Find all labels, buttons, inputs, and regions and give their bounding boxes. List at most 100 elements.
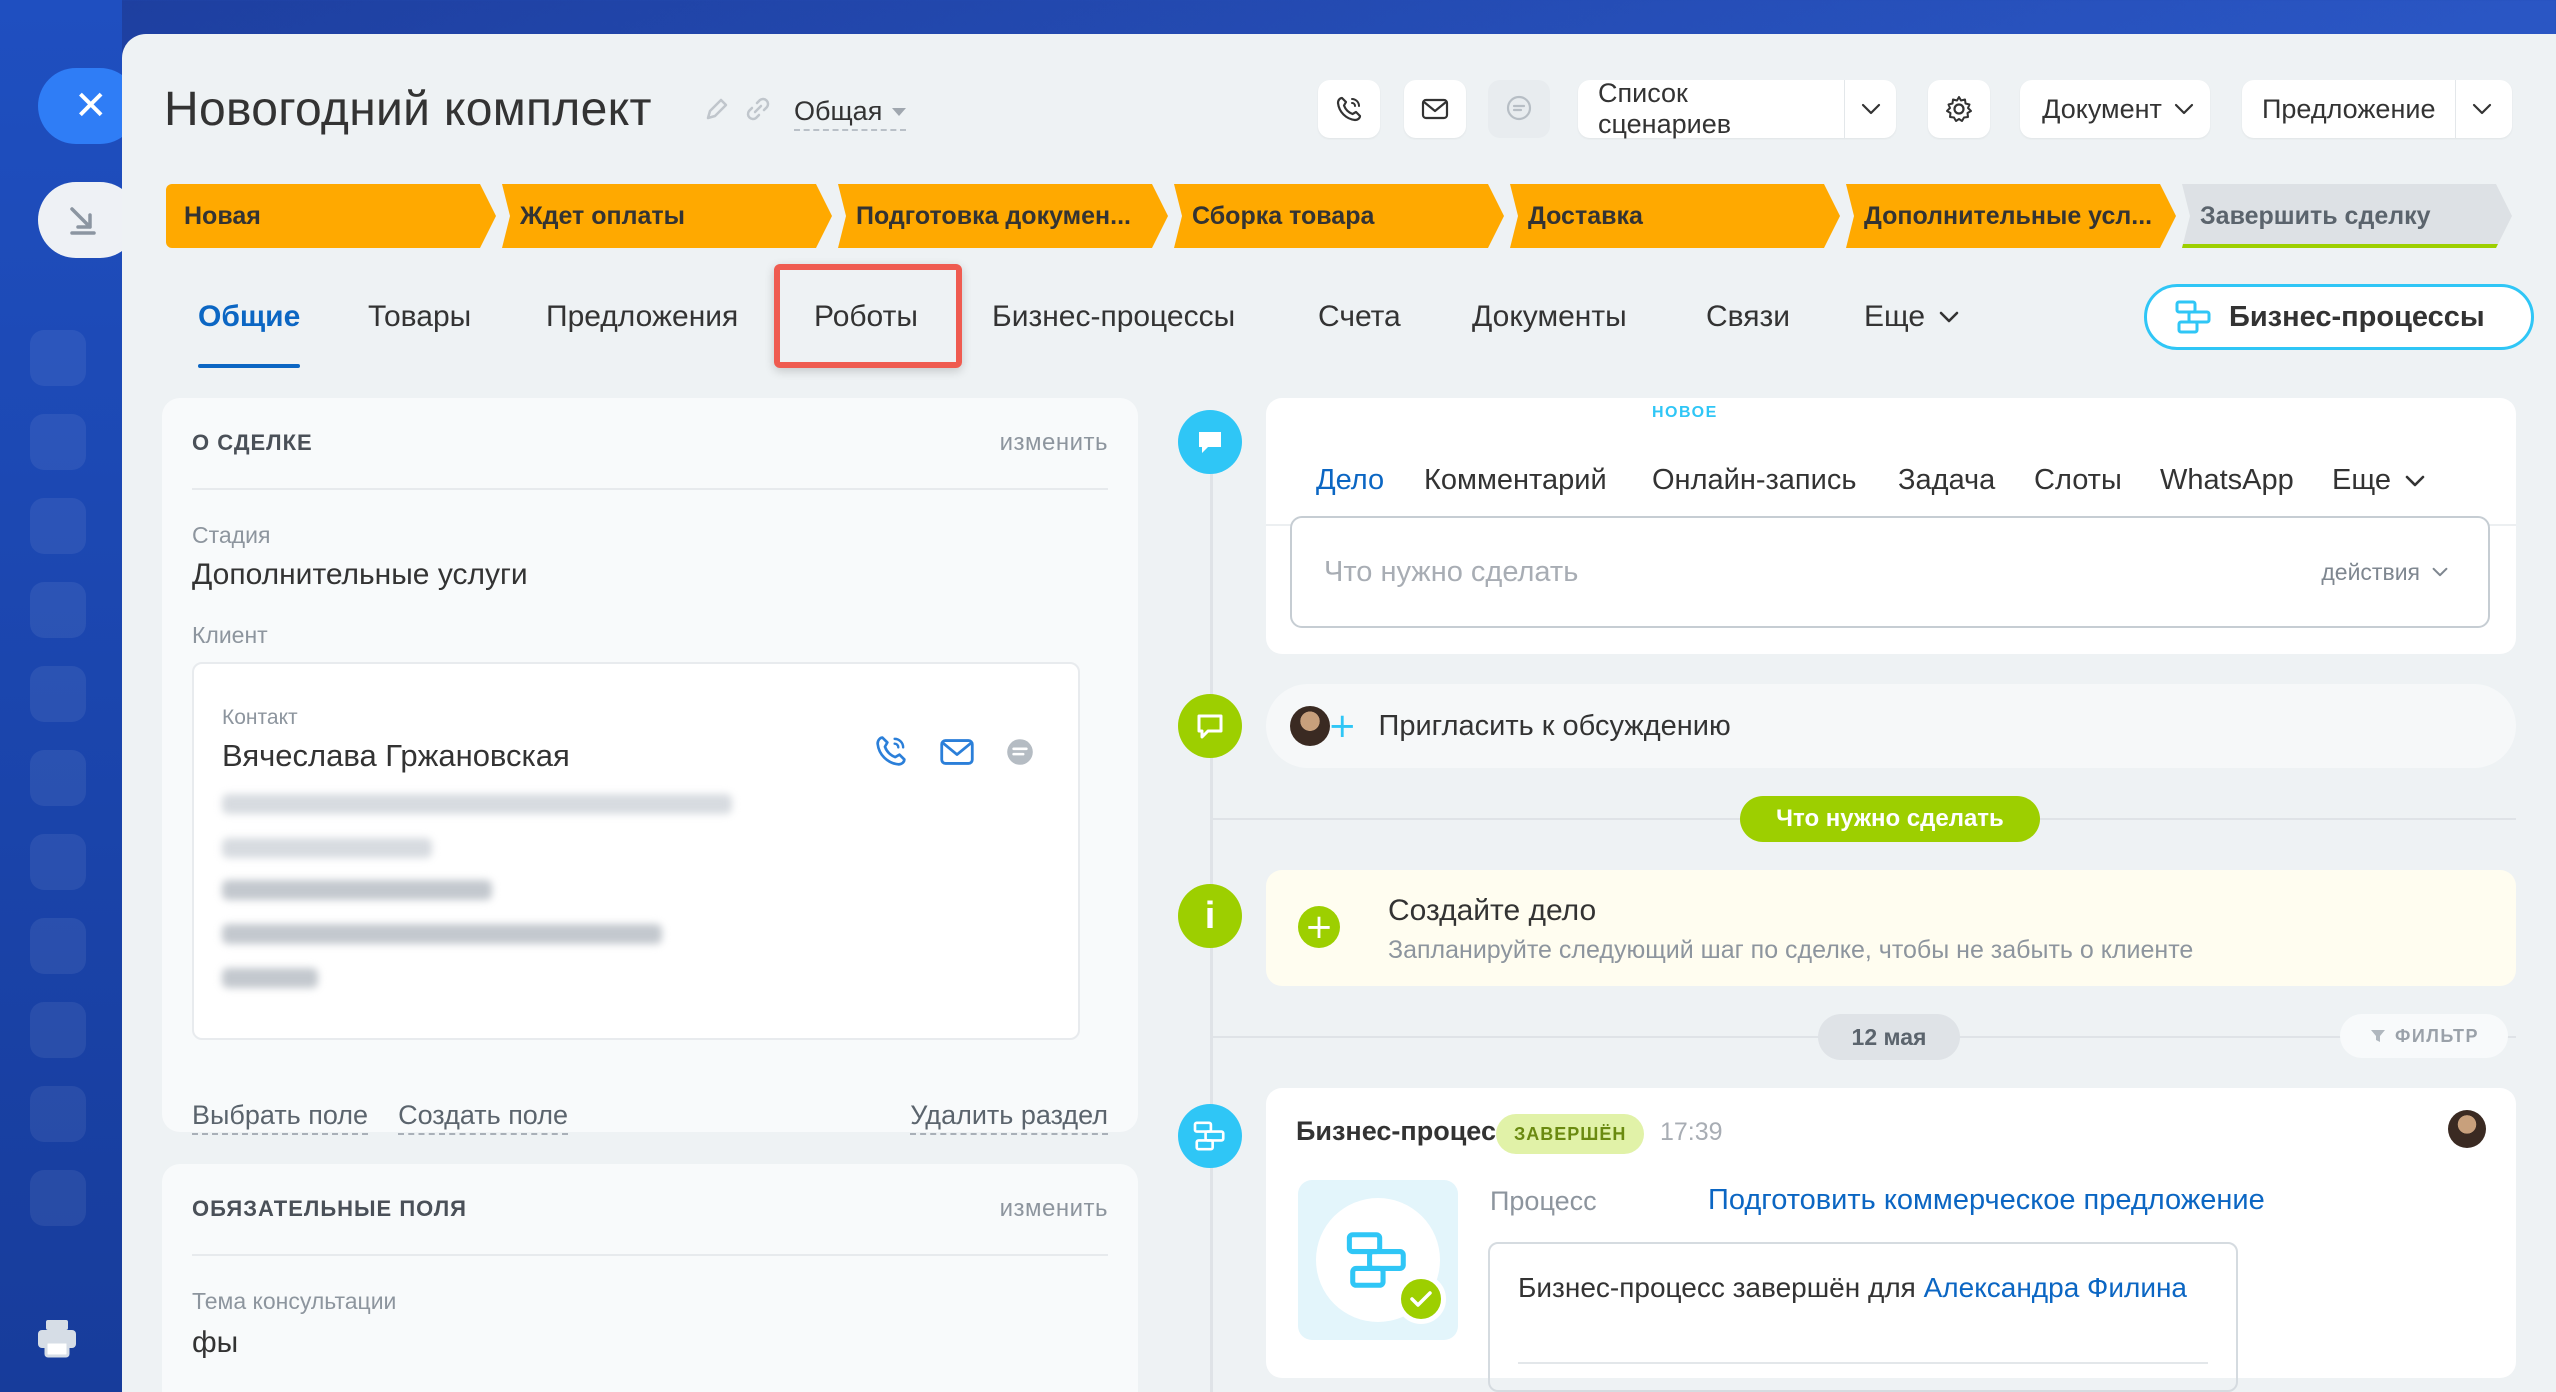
rail-ghost-icon: [30, 834, 86, 890]
stage-finish-deal[interactable]: Завершить сделку: [2182, 184, 2512, 248]
chat-icon: [1506, 95, 1532, 121]
scenarios-split-button[interactable]: Список сценариев: [1578, 78, 1896, 139]
editor-tab-task[interactable]: Задача: [1898, 464, 1995, 497]
process-result-box: Бизнес-процесс завершён для Александра Ф…: [1488, 1242, 2238, 1392]
offer-label: Предложение: [2262, 93, 2436, 124]
contact-email-icon[interactable]: [938, 738, 976, 766]
tab-more[interactable]: Еще: [1864, 300, 1959, 334]
category-selector[interactable]: Общая: [794, 96, 907, 131]
avatar: [1290, 706, 1330, 746]
client-field-label: Клиент: [192, 622, 268, 648]
date-separator: 12 мая: [1818, 1014, 1960, 1060]
stage-document-preparation[interactable]: Подготовка докумен...: [838, 184, 1168, 248]
tab-business-processes[interactable]: Бизнес-процессы: [992, 300, 1235, 334]
business-process-thumbnail: [1298, 1180, 1458, 1340]
chat-button[interactable]: [1488, 80, 1550, 138]
filter-button[interactable]: ФИЛЬТР: [2340, 1014, 2508, 1058]
business-processes-button[interactable]: Бизнес-процессы: [2144, 284, 2534, 350]
stage-assembly[interactable]: Сборка товара: [1174, 184, 1504, 248]
blurred-contact-info: [222, 924, 662, 944]
consultation-topic-label: Тема консультации: [192, 1288, 397, 1314]
tab-invoices[interactable]: Счета: [1318, 300, 1401, 334]
chevron-down-icon: [1861, 103, 1880, 115]
close-icon: ✕: [74, 83, 108, 129]
consultation-topic-value[interactable]: фы: [192, 1326, 238, 1360]
minimize-icon: [70, 207, 96, 235]
printer-icon[interactable]: [36, 1318, 78, 1358]
section-title: О СДЕЛКЕ: [192, 430, 313, 455]
category-label: Общая: [794, 96, 883, 126]
create-activity-subtitle: Запланируйте следующий шаг по сделке, чт…: [1388, 936, 2194, 964]
document-label: Документ: [2042, 93, 2162, 124]
rail-ghost-icon: [30, 666, 86, 722]
business-process-icon: [1193, 1121, 1225, 1151]
section-title: ОБЯЗАТЕЛЬНЫЕ ПОЛЯ: [192, 1196, 467, 1221]
rail-ghost-icon: [30, 1086, 86, 1142]
blurred-contact-info: [222, 880, 492, 900]
edit-section-link[interactable]: изменить: [1000, 1195, 1108, 1223]
delete-section-link[interactable]: Удалить раздел: [910, 1100, 1108, 1135]
caret-down-icon: [892, 107, 907, 116]
actions-label: действия: [2321, 558, 2420, 585]
document-button[interactable]: Документ: [2020, 80, 2210, 138]
status-badge: ЗАВЕРШЁН: [1496, 1114, 1645, 1154]
create-field-link[interactable]: Создать поле: [398, 1100, 569, 1135]
tab-documents[interactable]: Документы: [1472, 300, 1627, 334]
stage-delivery[interactable]: Доставка: [1510, 184, 1840, 248]
actions-dropdown[interactable]: действия: [2321, 559, 2448, 586]
about-deal-card: О СДЕЛКЕ изменить Стадия Дополнительные …: [162, 398, 1138, 1135]
client-block: Контакт Вячеслава Гржановская: [192, 662, 1080, 1040]
editor-tab-online-booking[interactable]: Онлайн-запись: [1652, 464, 1856, 497]
link-icon[interactable]: [744, 96, 772, 122]
chevron-down-icon: [2473, 103, 2492, 115]
stage-new[interactable]: Новая: [166, 184, 496, 248]
timeline-comment-dot: [1178, 410, 1242, 474]
scenarios-dropdown-toggle[interactable]: [1845, 103, 1896, 115]
process-link[interactable]: Подготовить коммерческое предложение: [1708, 1184, 2265, 1217]
tab-relations[interactable]: Связи: [1706, 300, 1790, 334]
message-icon: [1199, 432, 1221, 453]
editor-tab-comment[interactable]: Комментарий: [1424, 464, 1607, 497]
invite-to-discussion[interactable]: + Пригласить к обсуждению: [1266, 684, 2516, 768]
email-button[interactable]: [1404, 80, 1466, 138]
contact-chat-icon[interactable]: [1004, 736, 1036, 768]
contact-phone-icon[interactable]: [874, 734, 908, 768]
blurred-contact-info: [222, 794, 732, 814]
select-field-link[interactable]: Выбрать поле: [192, 1100, 369, 1135]
tab-general[interactable]: Общие: [198, 300, 301, 368]
stage-field-value[interactable]: Дополнительные услуги: [192, 558, 528, 592]
chevron-down-icon: [1939, 311, 1959, 323]
info-icon: i: [1204, 894, 1216, 937]
editor-tab-activity[interactable]: Дело: [1316, 464, 1385, 523]
timeline-info-dot: i: [1178, 884, 1242, 948]
scenarios-label: Список сценариев: [1598, 78, 1732, 139]
call-button[interactable]: [1318, 80, 1380, 138]
create-activity-card[interactable]: + Создайте дело Запланируйте следующий ш…: [1266, 870, 2516, 986]
edit-section-link[interactable]: изменить: [1000, 429, 1108, 457]
document-dropdown-toggle[interactable]: [2162, 103, 2206, 115]
settings-button[interactable]: [1928, 80, 1990, 138]
rail-ghost-icon: [30, 414, 86, 470]
robots-tab-highlight: [774, 264, 962, 368]
chevron-down-icon: [2432, 567, 2448, 577]
plus-icon: +: [1328, 706, 1357, 746]
tab-offers[interactable]: Предложения: [546, 300, 738, 334]
contact-name[interactable]: Вячеслава Гржановская: [222, 738, 570, 774]
tab-products[interactable]: Товары: [368, 300, 471, 334]
offer-split-button[interactable]: Предложение: [2242, 80, 2512, 138]
editor-tab-slots[interactable]: Слоты: [2034, 464, 2122, 497]
offer-dropdown-toggle[interactable]: [2456, 103, 2508, 115]
rail-ghost-icon: [30, 582, 86, 638]
stage-field-label: Стадия: [192, 522, 271, 548]
editor-tab-more[interactable]: Еще: [2332, 464, 2425, 497]
process-person-link[interactable]: Александра Филина: [1924, 1272, 2187, 1303]
stage-additional-services[interactable]: Дополнительные усл...: [1846, 184, 2176, 248]
timeline-bp-dot: [1178, 1104, 1242, 1168]
editor-tab-whatsapp[interactable]: WhatsApp: [2160, 464, 2294, 497]
todo-input[interactable]: Что нужно сделать действия: [1290, 516, 2490, 628]
avatar[interactable]: [2448, 1110, 2486, 1148]
rail-ghost-icon: [30, 918, 86, 974]
stage-awaiting-payment[interactable]: Ждет оплаты: [502, 184, 832, 248]
blurred-contact-info: [222, 838, 432, 858]
pencil-icon[interactable]: [704, 96, 730, 122]
